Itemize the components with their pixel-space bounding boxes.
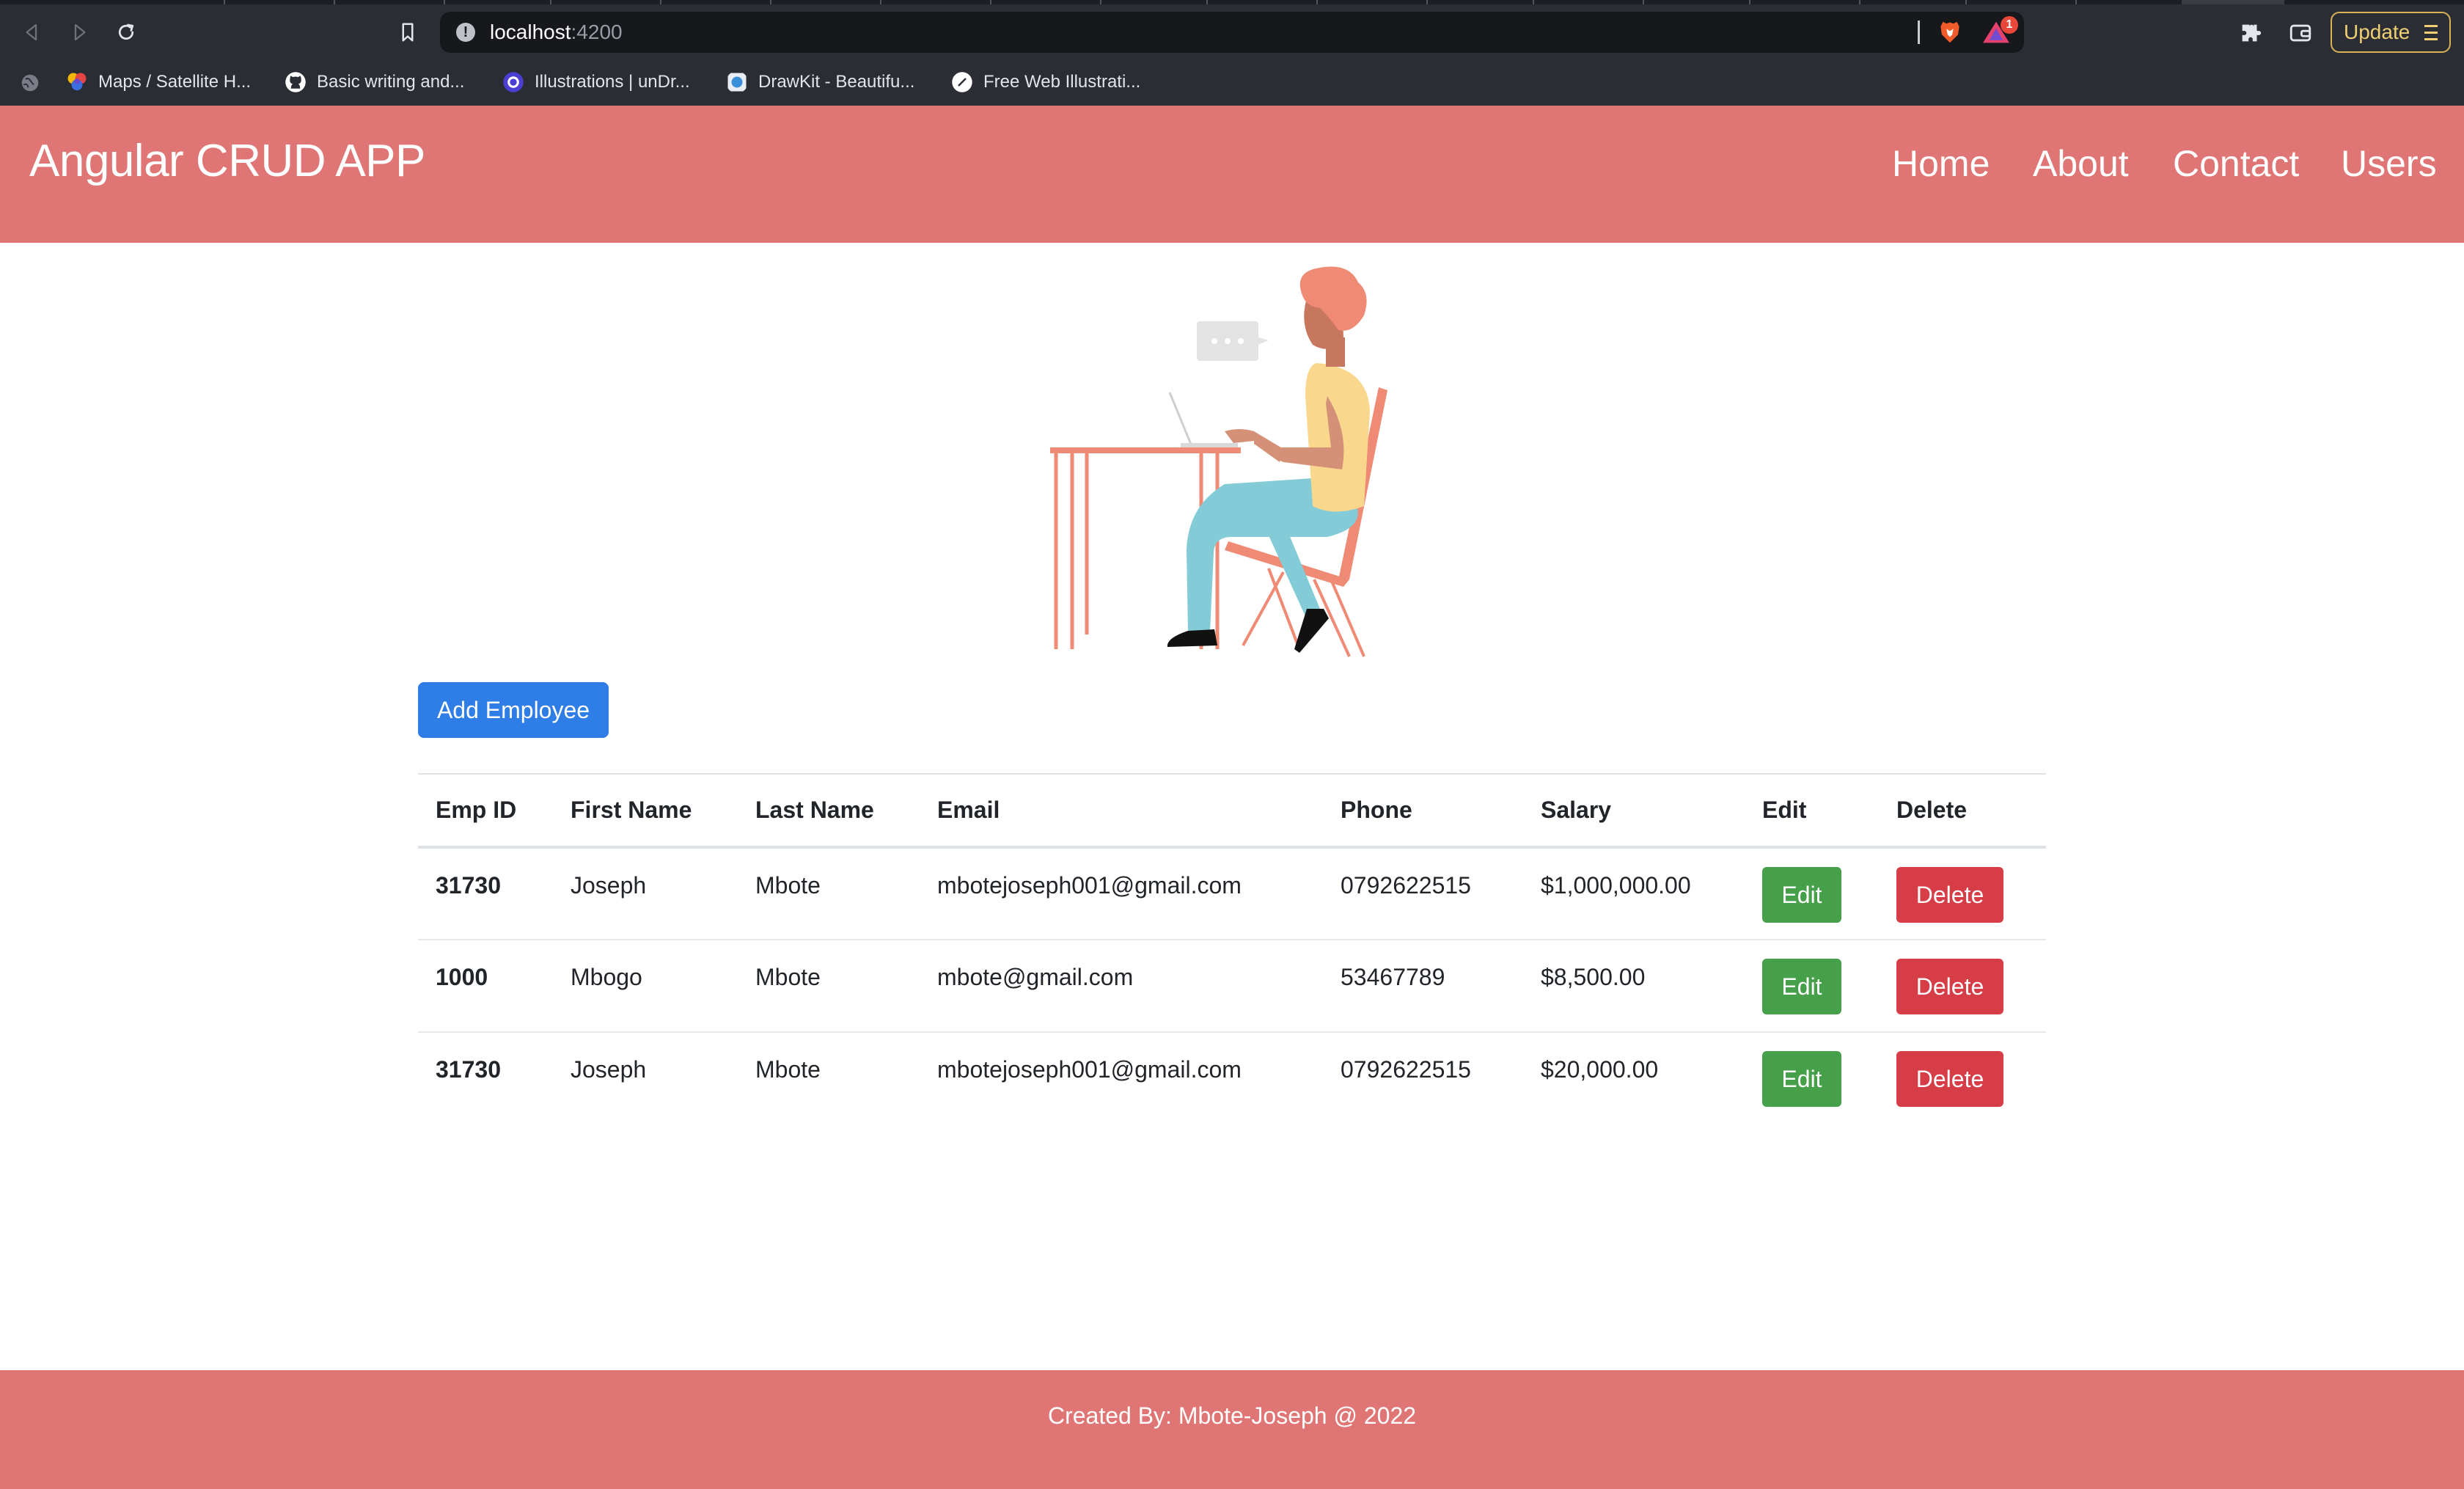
table-row: 31730 Joseph Mbote mbotejoseph001@gmail.… xyxy=(418,1032,2046,1124)
table-row: 1000 Mbogo Mbote mbote@gmail.com 5346778… xyxy=(418,940,2046,1032)
delete-button[interactable]: Delete xyxy=(1896,1051,2003,1107)
delete-cell: Delete xyxy=(1879,1032,2046,1124)
bookmark-icon[interactable] xyxy=(393,18,422,47)
first-name-cell: Joseph xyxy=(571,1056,647,1083)
edit-cell: Edit xyxy=(1745,1032,1879,1124)
column-header: Delete xyxy=(1896,797,1968,823)
bookmark-maps[interactable]: Maps / Satellite H... xyxy=(66,69,251,95)
salary-cell: $1,000,000.00 xyxy=(1541,872,1691,899)
browser-toolbar: ! localhost:4200 1 Update xyxy=(0,4,2464,57)
add-employee-button[interactable]: Add Employee xyxy=(418,682,609,738)
first-name-cell: Mbogo xyxy=(571,964,642,990)
column-header: Emp ID xyxy=(436,797,517,823)
github-favicon xyxy=(285,72,306,92)
drawkit-favicon xyxy=(727,73,747,92)
nav-home[interactable]: Home xyxy=(1892,142,1990,185)
edit-cell: Edit xyxy=(1745,940,1879,1032)
nav-users[interactable]: Users xyxy=(2341,142,2437,185)
column-header: Last Name xyxy=(755,797,874,823)
rewards-badge: 1 xyxy=(2001,16,2018,34)
table-header-row: Emp ID First Name Last Name Email Phone … xyxy=(418,774,2046,847)
delete-button[interactable]: Delete xyxy=(1896,959,2003,1014)
phone-cell: 0792622515 xyxy=(1341,1056,1471,1083)
first-name-cell: Joseph xyxy=(571,872,647,899)
phone-cell: 53467789 xyxy=(1341,964,1445,990)
bookmark-web-illustrations[interactable]: Free Web Illustrati... xyxy=(951,69,1140,95)
column-header: Edit xyxy=(1762,797,1807,823)
forward-icon[interactable] xyxy=(65,18,94,47)
bookmark-undraw[interactable]: Illustrations | unDr... xyxy=(502,69,690,95)
nav-about[interactable]: About xyxy=(2033,142,2129,185)
table-row: 31730 Joseph Mbote mbotejoseph001@gmail.… xyxy=(418,847,2046,940)
undraw-favicon xyxy=(503,72,524,92)
app-navbar: Angular CRUD APP Home About Contact User… xyxy=(0,106,2464,243)
wallet-icon[interactable] xyxy=(2288,21,2313,45)
last-name-cell: Mbote xyxy=(755,872,821,899)
column-header: Email xyxy=(937,797,1000,823)
emp-id-cell: 31730 xyxy=(436,872,501,899)
update-button[interactable]: Update xyxy=(2331,12,2451,53)
salary-cell: $20,000.00 xyxy=(1541,1056,1659,1083)
extensions-icon[interactable] xyxy=(2238,21,2263,45)
bookmarks-bar: Maps / Satellite H... Basic writing and.… xyxy=(0,57,2464,106)
salary-cell: $8,500.00 xyxy=(1541,964,1646,990)
site-info-icon[interactable]: ! xyxy=(456,23,475,42)
edit-button[interactable]: Edit xyxy=(1762,1051,1841,1107)
emp-id-cell: 31730 xyxy=(436,1056,501,1083)
globe-icon[interactable] xyxy=(19,72,41,94)
maps-favicon xyxy=(67,73,87,91)
email-cell: mbote@gmail.com xyxy=(937,964,1134,990)
emp-id-cell: 1000 xyxy=(436,964,488,990)
web-illustrations-favicon xyxy=(952,72,972,92)
email-cell: mbotejoseph001@gmail.com xyxy=(937,1056,1242,1083)
email-cell: mbotejoseph001@gmail.com xyxy=(937,872,1242,899)
person-at-desk-illustration xyxy=(1050,266,1387,657)
edit-cell: Edit xyxy=(1745,847,1879,940)
url-divider xyxy=(1918,21,1920,44)
back-icon[interactable] xyxy=(18,18,47,47)
column-header: First Name xyxy=(571,797,692,823)
app-brand[interactable]: Angular CRUD APP xyxy=(29,135,425,187)
delete-button[interactable]: Delete xyxy=(1896,867,2003,923)
bookmark-github[interactable]: Basic writing and... xyxy=(285,69,464,95)
edit-button[interactable]: Edit xyxy=(1762,959,1841,1014)
column-header: Salary xyxy=(1541,797,1612,823)
employees-table: Emp ID First Name Last Name Email Phone … xyxy=(418,773,2046,1124)
delete-cell: Delete xyxy=(1879,940,2046,1032)
column-header: Phone xyxy=(1341,797,1412,823)
footer-credit: Created By: Mbote-Joseph @ 2022 xyxy=(1047,1402,1417,1429)
nav-contact[interactable]: Contact xyxy=(2173,142,2299,185)
delete-cell: Delete xyxy=(1879,847,2046,940)
bookmark-drawkit[interactable]: DrawKit - Beautifu... xyxy=(726,69,914,95)
url-text: localhost:4200 xyxy=(490,21,623,43)
browser-chrome: ! localhost:4200 1 Update Maps / Satelli… xyxy=(0,0,2464,106)
last-name-cell: Mbote xyxy=(755,964,821,990)
phone-cell: 0792622515 xyxy=(1341,872,1471,899)
address-bar[interactable]: ! localhost:4200 1 xyxy=(440,12,2024,53)
edit-button[interactable]: Edit xyxy=(1762,867,1841,923)
app-footer: Created By: Mbote-Joseph @ 2022 xyxy=(0,1370,2464,1489)
brave-shields-icon[interactable] xyxy=(1936,18,1964,46)
menu-icon xyxy=(2424,24,2438,40)
last-name-cell: Mbote xyxy=(755,1056,821,1083)
reload-icon[interactable] xyxy=(111,18,141,47)
